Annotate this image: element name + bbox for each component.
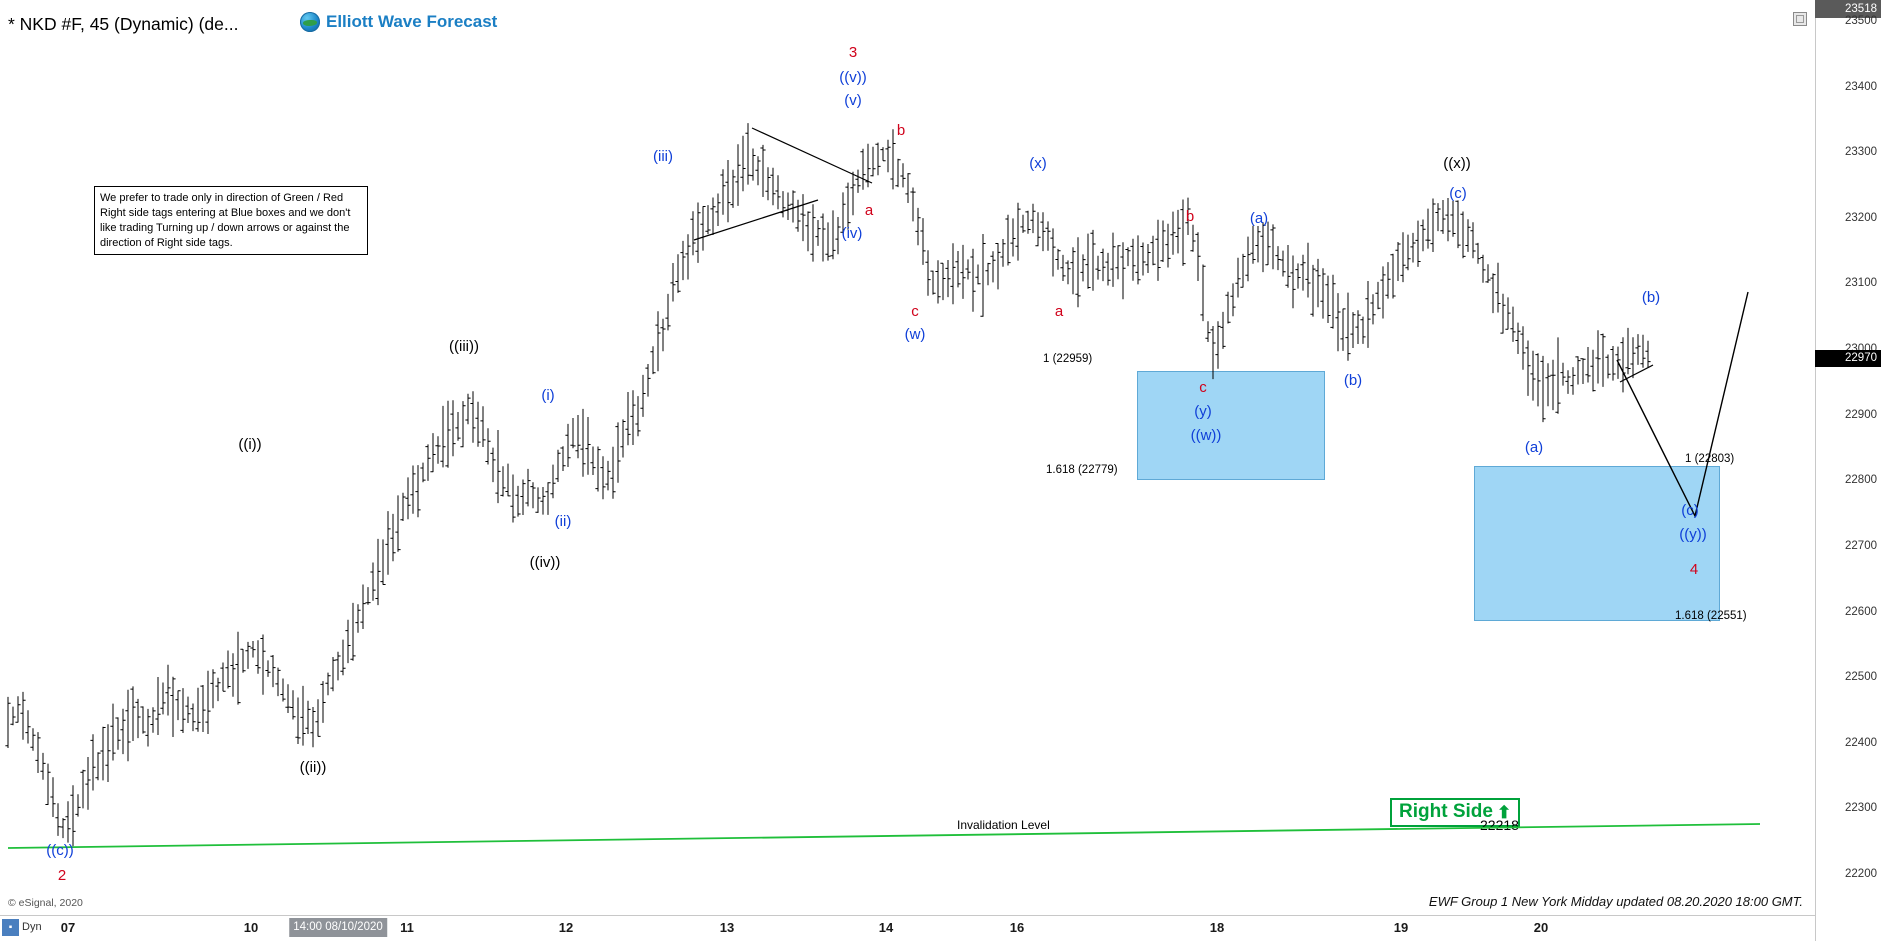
time-crosshair-label: 14:00 08/10/2020 (289, 918, 387, 937)
wave-label-24: (b) (1344, 372, 1362, 389)
wave-label-16: (w) (905, 326, 926, 343)
esignal-copyright: © eSignal, 2020 (8, 897, 83, 909)
wave-label-4: ((iii)) (449, 338, 479, 355)
time-tick-20: 20 (1533, 920, 1549, 935)
wave-label-2: ((i)) (238, 436, 261, 453)
time-tick-13: 13 (719, 920, 735, 935)
blue-box-2-bottom-label: 1.618 (22551) (1675, 610, 1747, 622)
wave-label-17: (x) (1029, 155, 1047, 172)
time-tick-19: 19 (1393, 920, 1409, 935)
price-tick-22800: 22800 (1845, 474, 1877, 487)
wave-label-9: (iv) (842, 225, 863, 242)
price-tick-22300: 22300 (1845, 802, 1877, 815)
price-tick-23300: 23300 (1845, 146, 1877, 159)
price-tick-22700: 22700 (1845, 539, 1877, 552)
wave-label-8: (iii) (653, 148, 673, 165)
price-tick-23400: 23400 (1845, 80, 1877, 93)
wave-label-26: (c) (1449, 185, 1467, 202)
wave-label-18: a (1055, 303, 1064, 320)
price-axis[interactable]: 23518 2350023400233002320023100230002290… (1815, 0, 1881, 941)
wave-label-5: ((iv)) (530, 554, 561, 571)
wave-label-23: (a) (1250, 210, 1268, 227)
time-tick-07: 07 (60, 920, 76, 935)
wave-label-7: (ii) (555, 513, 572, 530)
time-tick-18: 18 (1209, 920, 1225, 935)
chart-root: * NKD #F, 45 (Dynamic) (de... Elliott Wa… (0, 0, 1881, 941)
price-tick-22600: 22600 (1845, 605, 1877, 618)
chart-type-icon[interactable]: ▪ (2, 919, 19, 936)
price-tick-23500: 23500 (1845, 15, 1877, 27)
price-tick-22200: 22200 (1845, 868, 1877, 880)
wave-label-25: ((x)) (1443, 155, 1470, 172)
last-price-tag: 22970 (1815, 350, 1881, 367)
invalidation-level-label: Invalidation Level (957, 818, 1050, 832)
wave-label-19: b (1186, 208, 1194, 225)
wave-label-28: (b) (1642, 289, 1660, 306)
time-axis[interactable]: ▪ Dyn 07 10 11 12 13 14 16 18 19 20 14:00 08/10/20… (0, 915, 1815, 941)
time-tick-14: 14 (878, 920, 894, 935)
channel-upper-line (751, 127, 873, 184)
blue-box-1-top-label: 1 (22959) (1043, 353, 1093, 365)
right-side-value: 22218 (1480, 817, 1519, 833)
wave-label-3: ((ii)) (300, 759, 327, 776)
globe-icon (300, 12, 320, 32)
time-tick-10: 10 (243, 920, 259, 935)
time-tick-11: 11 (400, 920, 414, 935)
projection-guide (1619, 364, 1654, 383)
wave-label-12: ((v)) (839, 69, 866, 86)
price-tick-22400: 22400 (1845, 736, 1877, 749)
time-tick-12: 12 (558, 920, 574, 935)
wave-label-6: (i) (541, 387, 554, 404)
wave-label-0: ((c)) (46, 842, 73, 859)
wave-label-11: 3 (849, 44, 857, 61)
blue-box-1-bottom-label: 1.618 (22779) (1046, 464, 1118, 476)
wave-label-27: (a) (1525, 439, 1543, 456)
channel-lower-line (693, 199, 819, 241)
blue-box-2-top-label: 1 (22803) (1685, 453, 1735, 465)
chart-title: * NKD #F, 45 (Dynamic) (de... (8, 14, 239, 34)
price-tick-22900: 22900 (1845, 408, 1877, 421)
wave-label-1: 2 (58, 867, 66, 884)
wave-label-14: b (897, 122, 905, 139)
wave-label-10: a (865, 202, 874, 219)
right-side-label: Right Side (1399, 801, 1493, 822)
ewf-update-note: EWF Group 1 New York Midday updated 08.2… (1428, 894, 1803, 909)
blue-box-2 (1474, 466, 1720, 621)
trading-note-box: We prefer to trade only in direction of … (94, 186, 368, 256)
price-tick-23200: 23200 (1845, 211, 1877, 224)
wave-label-13: (v) (844, 92, 862, 109)
ewf-brand: Elliott Wave Forecast (300, 12, 497, 32)
blue-box-1 (1137, 371, 1325, 480)
price-tick-22500: 22500 (1845, 671, 1877, 684)
wave-label-15: c (911, 303, 919, 320)
restore-window-icon[interactable] (1793, 12, 1807, 26)
ewf-brand-label: Elliott Wave Forecast (326, 12, 498, 31)
price-tick-23100: 23100 (1845, 277, 1877, 290)
time-tick-16: 16 (1009, 920, 1025, 935)
axis-chip-label: Dyn (22, 921, 42, 933)
